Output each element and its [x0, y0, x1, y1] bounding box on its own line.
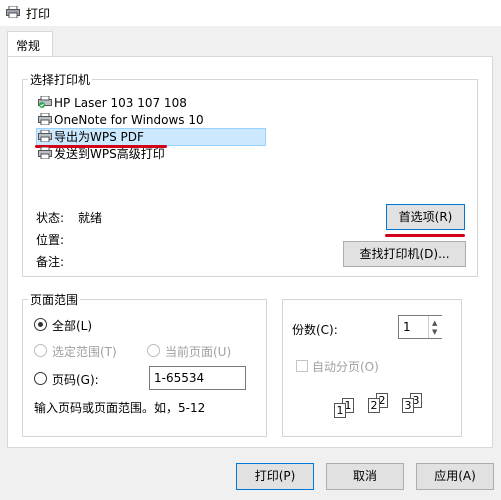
pages-input[interactable]: 1-65534: [149, 366, 246, 390]
spin-up-icon[interactable]: ▲: [432, 319, 437, 327]
location-label: 位置:: [36, 233, 65, 247]
collate-label: 自动分页(O): [312, 360, 379, 374]
collate-checkbox: [296, 360, 308, 372]
select-printer-legend: 选择打印机: [28, 71, 93, 88]
find-printer-button[interactable]: 查找打印机(D)...: [343, 241, 466, 267]
tab-general-label: 常规: [16, 39, 41, 53]
collate-preview-icon: 1 1 2 2 3 3: [332, 390, 432, 420]
radio-current-page-label: 当前页面(U): [165, 345, 232, 359]
radio-selection-label: 选定范围(T): [52, 345, 117, 359]
cancel-button[interactable]: 取消: [326, 463, 404, 490]
printer-item-onenote[interactable]: OneNote for Windows 10: [38, 112, 204, 129]
tab-general[interactable]: 常规: [7, 31, 53, 57]
radio-all-label: 全部(L): [52, 319, 93, 333]
preferences-button[interactable]: 首选项(R): [386, 204, 465, 230]
apply-button[interactable]: 应用(A): [416, 463, 494, 490]
copies-label: 份数(C):: [292, 323, 338, 337]
radio-all[interactable]: [34, 318, 47, 331]
printer-item-label: OneNote for Windows 10: [54, 113, 204, 127]
radio-pages[interactable]: [34, 372, 47, 385]
collate-page-back: 3: [402, 398, 414, 413]
comment-label: 备注:: [36, 255, 65, 269]
annotation-underline-preferences: [385, 234, 465, 237]
page-range-hint: 输入页码或页面范围。如，5-12: [34, 401, 206, 415]
title-bar: [0, 0, 501, 26]
print-button[interactable]: 打印(P): [236, 463, 314, 490]
collate-page-back: 2: [368, 398, 380, 413]
copies-value: 1: [403, 320, 411, 334]
radio-current-page: [147, 344, 160, 357]
printer-item-label: 发送到WPS高级打印: [54, 147, 165, 161]
window-title: 打印: [26, 7, 51, 21]
printer-item-label: 导出为WPS PDF: [54, 130, 144, 144]
radio-pages-label: 页码(G):: [52, 373, 99, 387]
printer-app-icon: [6, 5, 20, 19]
printer-item-label: HP Laser 103 107 108: [54, 96, 187, 110]
printer-icon: [38, 112, 52, 126]
printer-default-icon: [38, 95, 52, 108]
printer-item-hp[interactable]: HP Laser 103 107 108: [38, 95, 187, 112]
page-range-legend: 页面范围: [28, 291, 81, 308]
printer-item-wps-advanced[interactable]: 发送到WPS高级打印: [38, 146, 165, 163]
radio-selection: [34, 344, 47, 357]
printer-item-wps-pdf[interactable]: 导出为WPS PDF: [38, 129, 144, 146]
status-value: 就绪: [78, 211, 103, 225]
printer-icon: [38, 129, 52, 143]
collate-page-back: 1: [334, 403, 346, 418]
printer-icon: [38, 146, 52, 160]
copies-spinner[interactable]: ▲ ▼: [428, 316, 442, 338]
status-label: 状态:: [36, 211, 65, 225]
radio-selected-dot: [38, 322, 43, 327]
spin-down-icon[interactable]: ▼: [432, 328, 437, 336]
